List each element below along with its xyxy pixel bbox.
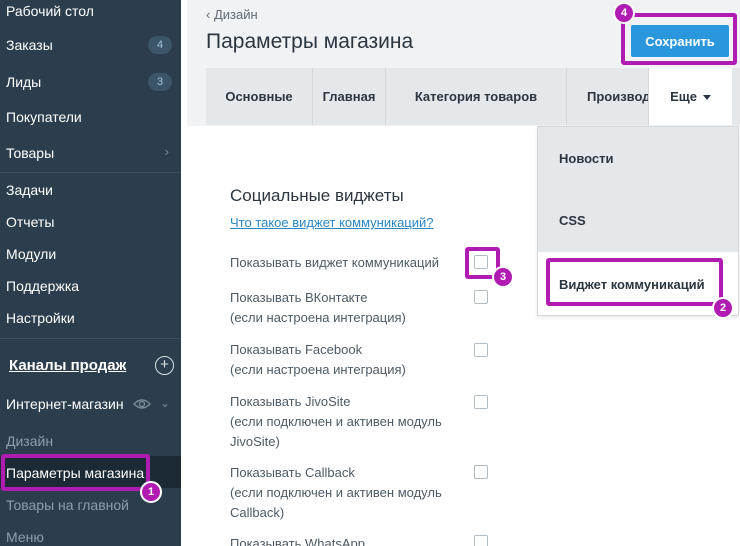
sidebar-divider — [0, 172, 181, 173]
option-line: Показывать виджет коммуникаций — [230, 255, 439, 270]
option-line: JivoSite) — [230, 434, 280, 449]
leads-count-badge: 3 — [148, 73, 172, 91]
sidebar-item-label: Рабочий стол — [6, 3, 94, 19]
page-title: Параметры магазина — [206, 30, 414, 53]
sidebar-item-leads[interactable]: Лиды 3 — [0, 67, 181, 97]
sidebar-item-online-store[interactable]: Интернет-магазин — [6, 396, 124, 412]
menu-item-css[interactable]: CSS — [538, 189, 738, 252]
chevron-right-icon: › — [164, 144, 169, 159]
annotation-highlight-communication-widget — [546, 258, 723, 306]
sidebar-item-label: Поддержка — [6, 278, 80, 294]
annotation-marker-1: 1 — [140, 481, 162, 503]
sidebar-divider — [0, 338, 181, 339]
menu-item-news[interactable]: Новости — [538, 127, 738, 189]
sidebar-item-label: Настройки — [6, 310, 75, 326]
plus-circle-icon[interactable]: + — [155, 356, 174, 375]
eye-icon[interactable] — [133, 398, 151, 410]
checkbox-facebook[interactable] — [474, 343, 488, 357]
option-line: (если настроена интеграция) — [230, 310, 406, 325]
option-label-vkontakte: Показывать ВКонтакте (если настроена инте… — [230, 288, 406, 328]
option-label-whatsapp: Показывать WhatsApp — [230, 534, 365, 546]
sales-channels-title[interactable]: Каналы продаж — [9, 357, 126, 374]
option-line: (если подключен и активен модуль — [230, 485, 442, 500]
sidebar-item-dashboard[interactable]: Рабочий стол — [0, 0, 181, 26]
option-line: (если подключен и активен модуль — [230, 414, 442, 429]
sidebar-item-support[interactable]: Поддержка — [0, 271, 181, 301]
sidebar-item-products[interactable]: Товары › — [0, 138, 181, 168]
sidebar-item-label: Покупатели — [6, 109, 82, 125]
sidebar-subitem-home-products[interactable]: Товары на главной — [6, 497, 129, 513]
tab-general[interactable]: Основные — [206, 68, 313, 125]
sidebar-subitem-design[interactable]: Дизайн — [6, 433, 53, 449]
sidebar-item-label: Лиды — [6, 74, 42, 90]
checkbox-whatsapp[interactable] — [474, 535, 488, 546]
orders-count-badge: 4 — [148, 36, 172, 54]
caret-down-icon — [702, 95, 711, 100]
annotation-marker-4: 4 — [613, 2, 635, 24]
section-title: Социальные виджеты — [230, 186, 404, 205]
sidebar-item-label: Отчеты — [6, 214, 55, 230]
checkbox-callback[interactable] — [474, 465, 488, 479]
sidebar-item-settings[interactable]: Настройки — [0, 303, 181, 333]
tab-bar: Основные Главная Категория товаров Произ… — [206, 68, 740, 125]
sidebar-item-tasks[interactable]: Задачи — [0, 175, 181, 205]
option-line: Показывать Facebook — [230, 342, 363, 357]
tab-more[interactable]: Еще — [649, 68, 732, 125]
sidebar-item-customers[interactable]: Покупатели — [0, 102, 181, 132]
option-line: Показывать ВКонтакте — [230, 290, 368, 305]
option-line: Показывать WhatsApp — [230, 536, 365, 546]
breadcrumb[interactable]: ‹ Дизайн — [206, 7, 258, 22]
breadcrumb-label: Дизайн — [213, 7, 258, 22]
annotation-marker-2: 2 — [712, 297, 734, 319]
annotation-highlight-store-params — [1, 454, 150, 491]
sidebar-item-label: Задачи — [6, 182, 54, 198]
sidebar-item-orders[interactable]: Заказы 4 — [0, 30, 181, 60]
tab-home[interactable]: Главная — [313, 68, 386, 125]
option-line: Показывать JivoSite — [230, 394, 351, 409]
tab-manufacturers[interactable]: Производ — [567, 68, 649, 125]
option-label-communication-widget: Показывать виджет коммуникаций — [230, 253, 439, 273]
chevron-down-icon[interactable]: ⌄ — [160, 396, 170, 410]
option-label-jivosite: Показывать JivoSite (если подключен и акт… — [230, 392, 442, 452]
sidebar-item-modules[interactable]: Модули — [0, 239, 181, 269]
option-line: Показывать Callback — [230, 465, 355, 480]
option-line: Callback) — [230, 505, 285, 520]
annotation-marker-3: 3 — [492, 266, 514, 288]
chevron-left-icon: ‹ — [206, 7, 211, 22]
sidebar-item-label: Модули — [6, 246, 57, 262]
sidebar-item-label: Заказы — [6, 37, 53, 53]
option-label-callback: Показывать Callback (если подключен и акт… — [230, 463, 442, 523]
checkbox-vkontakte[interactable] — [474, 290, 488, 304]
sidebar-subitem-menu[interactable]: Меню — [6, 529, 44, 545]
help-link[interactable]: Что такое виджет коммуникаций? — [230, 215, 434, 230]
option-line: (если настроена интеграция) — [230, 362, 406, 377]
annotation-highlight-save — [621, 13, 737, 65]
tab-more-label: Еще — [670, 89, 697, 104]
checkbox-jivosite[interactable] — [474, 395, 488, 409]
option-label-facebook: Показывать Facebook (если настроена интег… — [230, 340, 406, 380]
sidebar-item-reports[interactable]: Отчеты — [0, 207, 181, 237]
tab-product-category[interactable]: Категория товаров — [386, 68, 567, 125]
sidebar-item-label: Товары — [6, 145, 55, 161]
